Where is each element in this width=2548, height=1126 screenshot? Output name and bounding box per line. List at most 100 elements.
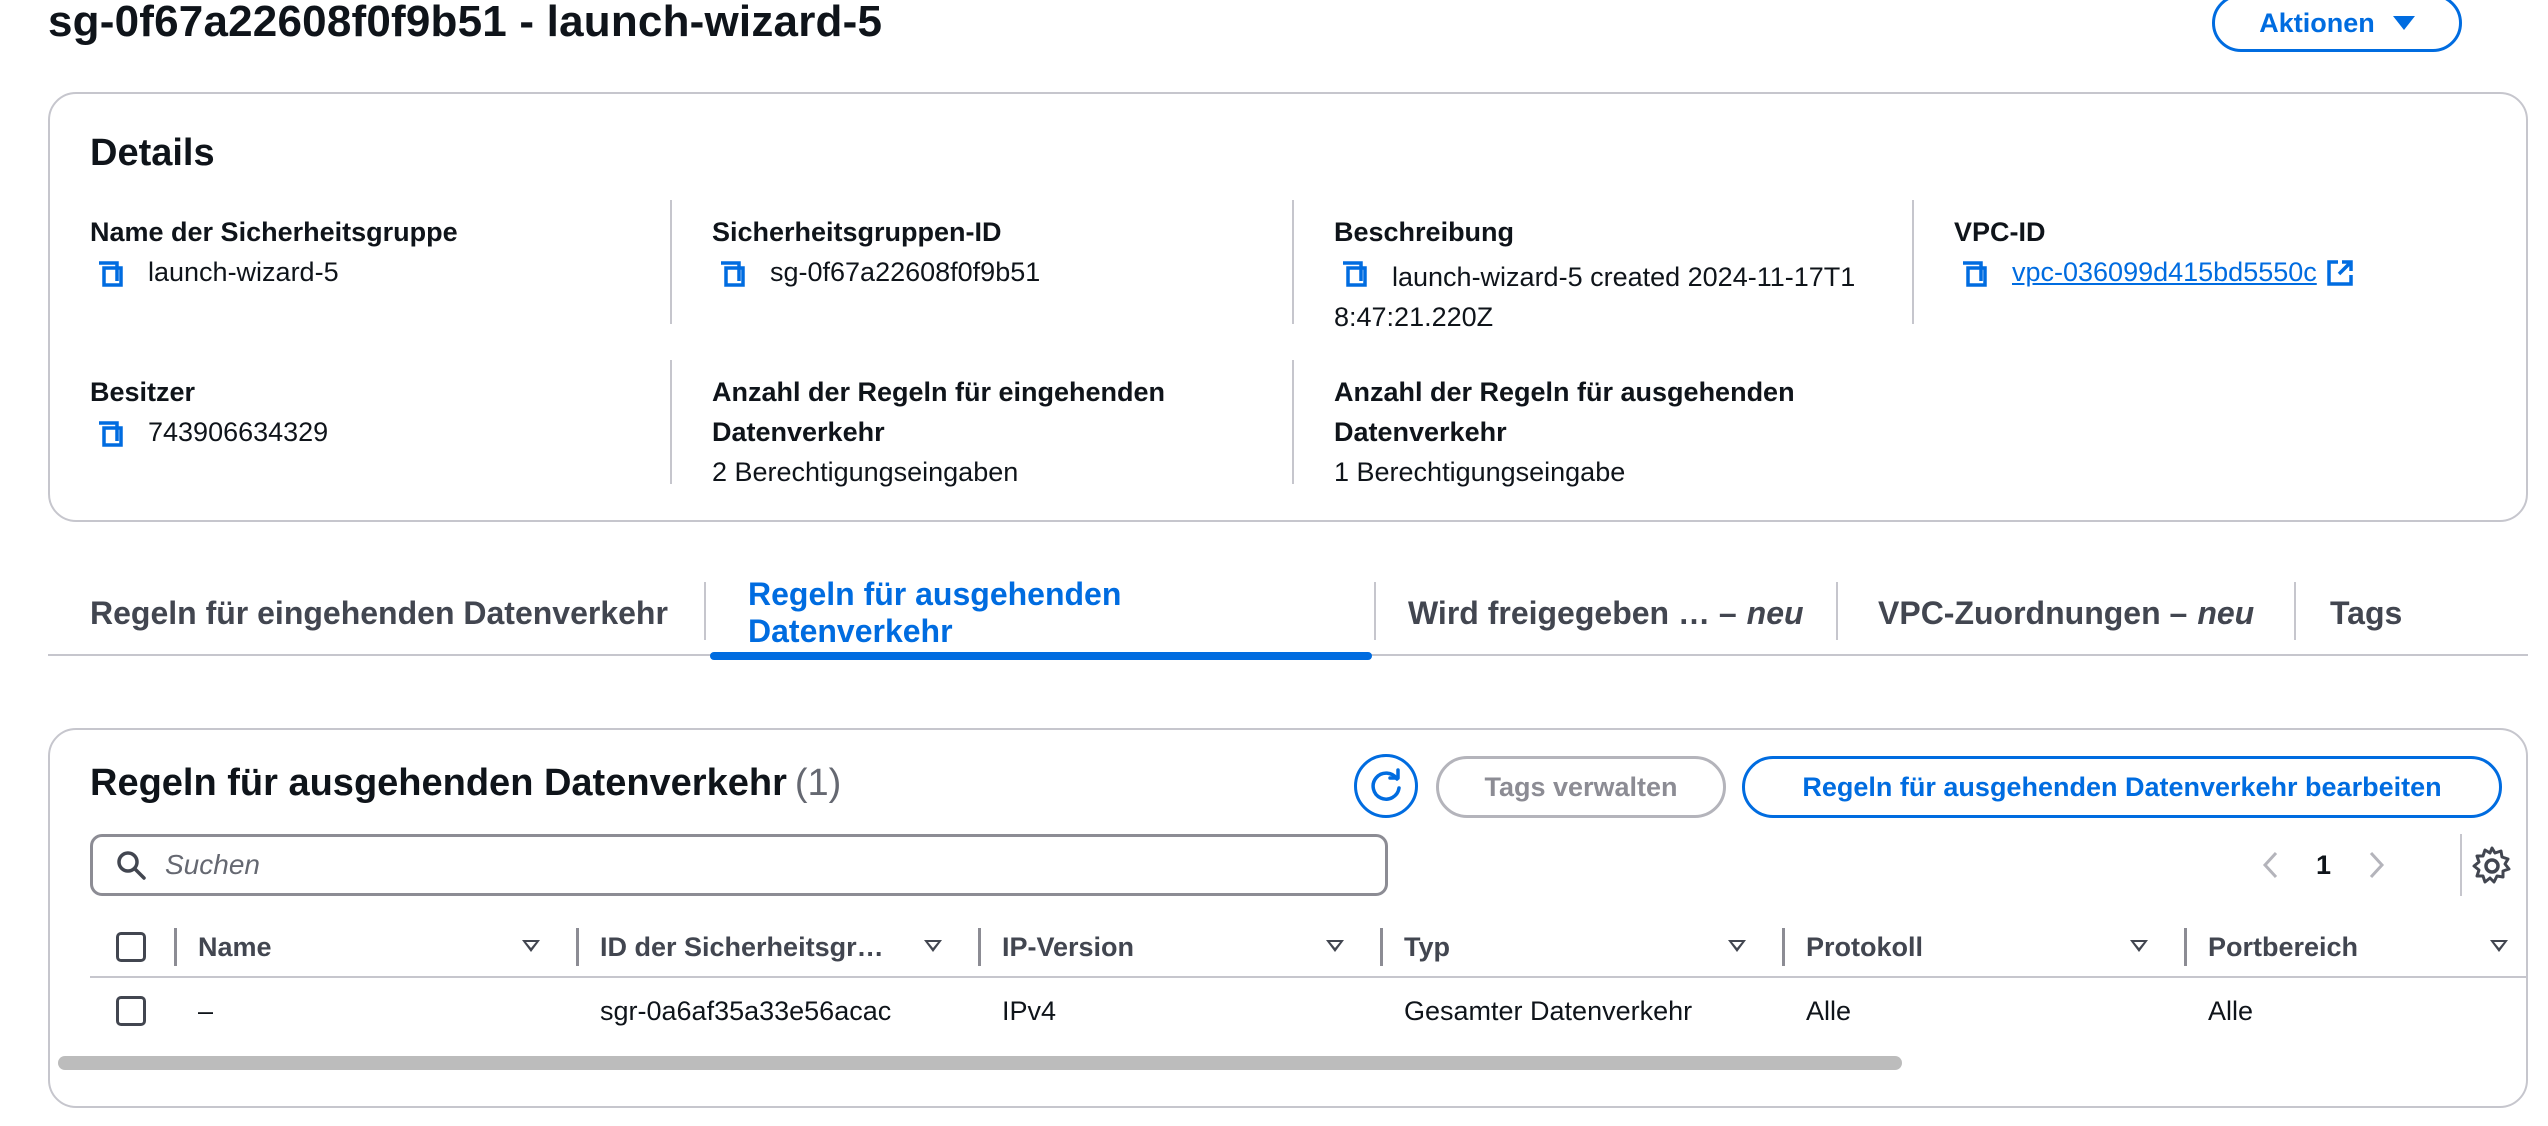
sort-icon[interactable] [924,940,942,952]
tab-label: Tags [2330,594,2403,631]
field-security-group-name: Name der Sicherheitsgruppe launch-wizard… [90,212,650,294]
column-header-name[interactable]: Name [198,916,272,978]
sort-icon[interactable] [1326,940,1344,952]
field-outbound-count: Anzahl der Regeln für ausgehenden Datenv… [1334,372,1854,492]
search-input[interactable] [165,849,1265,881]
column-header-port-range[interactable]: Portbereich [2208,916,2358,978]
column-separator [174,928,177,966]
refresh-icon [1371,768,1401,801]
copy-icon[interactable] [1334,254,1374,294]
divider [1292,360,1294,484]
details-panel: Details Name der Sicherheitsgruppe launc… [48,92,2528,522]
refresh-button[interactable] [1354,754,1418,818]
copy-icon[interactable] [1954,254,1994,294]
field-inbound-count: Anzahl der Regeln für eingehenden Datenv… [712,372,1232,492]
field-value: launch-wizard-5 [148,257,339,287]
actions-button-label: Aktionen [2259,7,2375,38]
pager-separator [2460,834,2462,896]
actions-button[interactable]: Aktionen [2212,0,2462,52]
tab-label: Regeln für eingehenden Datenverkehr [90,594,668,631]
field-label: Name der Sicherheitsgruppe [90,217,458,247]
field-value: launch-wizard-5 created 2024-11-17T18:47… [1334,262,1856,332]
cell-rule-id: sgr-0a6af35a33e56acac [600,995,892,1026]
page-number[interactable]: 1 [2316,850,2331,881]
outbound-rules-panel: Regeln für ausgehenden Datenverkehr (1) T… [48,728,2528,1108]
field-description: Beschreibung launch-wizard-5 created 202… [1334,212,1874,337]
tab-vpc-associations[interactable]: VPC-Zuordnungen – neu [1878,570,2254,656]
field-label: Anzahl der Regeln für eingehenden Datenv… [712,377,1166,447]
field-label: Anzahl der Regeln für ausgehenden Datenv… [1334,377,1795,447]
rules-heading-text: Regeln für ausgehenden Datenverkehr [90,762,787,804]
tab-outbound-rules[interactable]: Regeln für ausgehenden Datenverkehr [710,570,1372,660]
cell-port-range: Alle [2208,995,2254,1026]
row-checkbox[interactable] [116,996,146,1026]
scrollbar-thumb[interactable] [58,1056,1902,1070]
chevron-right-icon[interactable] [2365,849,2387,881]
divider [670,200,672,324]
pagination: 1 [2260,840,2387,890]
sort-icon[interactable] [1728,940,1746,952]
tab-new-badge: neu [2197,594,2255,631]
field-label: Besitzer [90,377,196,407]
rules-heading: Regeln für ausgehenden Datenverkehr (1) [90,762,841,805]
tab-new-badge: neu [1746,594,1804,631]
column-separator [978,928,981,966]
divider [1292,200,1294,324]
tab-bar: Regeln für eingehenden Datenverkehr Rege… [48,570,2528,660]
table-row[interactable]: – sgr-0a6af35a33e56acac IPv4 Gesamter Da… [90,980,2526,1042]
column-header-security-group-rule-id[interactable]: ID der Sicherheitsgr… [600,916,884,978]
field-label: Sicherheitsgruppen-ID [712,217,1002,247]
rules-count: (1) [794,762,842,804]
page-title: sg-0f67a22608f0f9b51 - launch-wizard-5 [48,0,883,46]
tab-label: Regeln für ausgehenden Datenverkehr [748,576,1122,649]
copy-icon[interactable] [90,254,130,294]
field-value: 1 Berechtigungseingabe [1334,457,1626,487]
cell-name: – [198,995,214,1026]
field-vpc-id: VPC-ID vpc-036099d415bd5550c [1954,212,2514,294]
field-security-group-id: Sicherheitsgruppen-ID sg-0f67a22608f0f9b… [712,212,1272,294]
table-header: Name ID der Sicherheitsgr… IP-Version Ty… [90,916,2526,978]
manage-tags-button[interactable]: Tags verwalten [1436,756,1726,818]
cell-protocol: Alle [1806,995,1852,1026]
settings-gear-icon[interactable] [2470,844,2514,888]
horizontal-scrollbar[interactable] [50,1052,2526,1072]
copy-icon[interactable] [90,414,130,454]
copy-icon[interactable] [712,254,752,294]
external-link-icon[interactable] [2325,258,2355,288]
field-value: 743906634329 [148,417,329,447]
search-field[interactable] [90,834,1388,896]
tab-separator [2294,582,2296,640]
edit-outbound-rules-button[interactable]: Regeln für ausgehenden Datenverkehr bear… [1742,756,2502,818]
details-heading: Details [90,132,215,174]
tab-label: Wird freigegeben … – [1408,594,1737,631]
column-separator [2184,928,2187,966]
vpc-id-link[interactable]: vpc-036099d415bd5550c [2012,252,2317,292]
divider [1912,200,1914,324]
tab-sharing[interactable]: Wird freigegeben … – neu [1408,570,1804,656]
field-label: Beschreibung [1334,217,1515,247]
field-label: VPC-ID [1954,217,2046,247]
field-value: 2 Berechtigungseingaben [712,457,1019,487]
active-tab-indicator [710,652,1372,660]
column-separator [1380,928,1383,966]
cell-type: Gesamter Datenverkehr [1404,995,1693,1026]
caret-down-icon [2392,16,2415,30]
sort-icon[interactable] [522,940,540,952]
column-separator [1782,928,1785,966]
column-header-protocol[interactable]: Protokoll [1806,916,1923,978]
select-all-checkbox[interactable] [116,932,146,962]
tab-inbound-rules[interactable]: Regeln für eingehenden Datenverkehr [90,570,668,656]
tab-separator [704,582,706,640]
column-separator [576,928,579,966]
column-header-ip-version[interactable]: IP-Version [1002,916,1134,978]
tab-tags[interactable]: Tags [2330,570,2402,656]
chevron-left-icon[interactable] [2260,849,2282,881]
search-icon [117,851,146,880]
column-header-type[interactable]: Typ [1404,916,1450,978]
sort-icon[interactable] [2490,940,2508,952]
tab-separator [1374,582,1376,640]
field-value: sg-0f67a22608f0f9b51 [770,257,1041,287]
tab-separator [1836,582,1838,640]
field-owner: Besitzer 743906634329 [90,372,650,454]
sort-icon[interactable] [2130,940,2148,952]
